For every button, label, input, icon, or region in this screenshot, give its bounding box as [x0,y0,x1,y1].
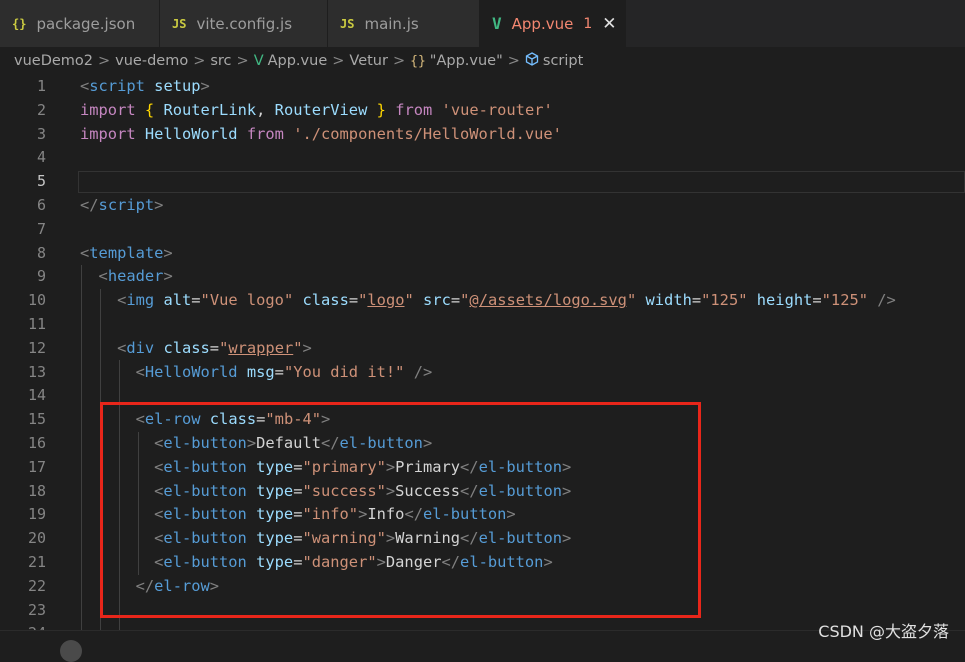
line-number: 19 [27,505,46,524]
vue-file-icon: V [492,14,502,33]
breadcrumb-item-app-vue[interactable]: App.vue [268,53,328,69]
code-line[interactable]: 13 <HelloWorld msg="You did it!" /> [0,361,965,385]
current-line-highlight [78,171,965,194]
code-line[interactable]: 1 <script setup> [0,75,965,99]
breadcrumb-item-vetur[interactable]: Vetur [349,53,388,69]
tab-label: vite.config.js [196,14,293,33]
close-tab-icon[interactable]: ✕ [602,14,616,34]
code-text[interactable]: import { RouterLink, RouterView } from '… [80,99,553,123]
breadcrumb-item-vue-demo[interactable]: vue-demo [115,53,188,69]
breadcrumb-item-src[interactable]: src [210,53,231,69]
annotation-highlight-box [100,402,701,618]
chevron-right-icon: > [98,53,111,69]
line-number: 3 [36,124,46,143]
cube-symbol-icon [525,52,539,70]
line-number: 15 [27,410,46,429]
code-line[interactable]: 4 [0,146,965,170]
line-number: 21 [27,553,46,571]
vue-file-icon: V [253,53,264,69]
chevron-right-icon: > [193,53,206,69]
code-line[interactable]: 12 <div class="wrapper"> [0,337,965,361]
code-text[interactable]: <div class="wrapper"> [80,337,312,361]
tab-label: App.vue [511,14,574,33]
tab-label: package.json [36,14,136,33]
module-braces-icon: {} [410,53,426,69]
breadcrumb: vueDemo2 > vue-demo > src > V App.vue > … [0,47,965,75]
line-number: 2 [36,100,46,119]
code-text[interactable]: <template> [80,242,173,266]
line-number: 9 [36,267,46,286]
line-number: 10 [27,291,46,310]
chevron-right-icon: > [392,53,406,69]
line-number: 22 [27,576,46,595]
tab-app-vue[interactable]: V App.vue 1 ✕ [480,0,626,47]
tab-vite-config-js[interactable]: JS vite.config.js [160,0,328,47]
line-number: 14 [27,386,46,405]
code-text[interactable]: <HelloWorld msg="You did it!" /> [80,361,433,385]
line-number: 8 [36,243,46,262]
javascript-file-icon: JS [340,16,355,31]
scrollbar-thumb[interactable] [60,640,82,662]
line-number: 6 [36,196,46,214]
chevron-right-icon: > [236,53,249,69]
breadcrumb-item-app-vue-module[interactable]: "App.vue" [430,53,503,69]
code-text[interactable]: <img alt="Vue logo" class="logo" src="@/… [80,289,896,313]
code-line[interactable]: 10 <img alt="Vue logo" class="logo" src=… [0,289,965,313]
line-number: 20 [27,529,46,548]
line-number: 12 [27,338,46,357]
code-line[interactable]: 3 import HelloWorld from './components/He… [0,123,965,147]
breadcrumb-item-script[interactable]: script [543,53,583,69]
line-number: 5 [36,172,46,191]
tab-main-js[interactable]: JS main.js [328,0,480,47]
code-text[interactable]: </script> [80,194,163,218]
line-number: 16 [27,434,46,452]
watermark: CSDN @大盗夕落 [818,622,949,641]
json-file-icon: {} [12,16,27,31]
breadcrumb-item-vuedemo2[interactable]: vueDemo2 [14,53,93,69]
line-number: 18 [27,481,46,500]
line-number: 23 [27,600,46,619]
code-line[interactable]: 6 </script> [0,194,965,218]
line-number: 1 [36,77,46,95]
line-number: 11 [27,315,46,333]
line-number: 17 [27,457,46,476]
tab-label: main.js [364,14,419,33]
code-line[interactable]: 9 <header> [0,265,965,289]
code-text[interactable]: import HelloWorld from './components/Hel… [80,123,562,147]
chevron-right-icon: > [332,53,345,69]
chevron-right-icon: > [507,53,520,69]
code-line[interactable]: 7 [0,218,965,242]
code-line[interactable]: 5 [0,170,965,194]
code-text[interactable]: <script setup> [80,75,210,99]
line-number: 7 [36,219,46,238]
code-line[interactable]: 8 <template> [0,242,965,266]
tab-package-json[interactable]: {} package.json [0,0,160,47]
problems-count-badge: 1 [583,15,593,32]
code-line[interactable]: 2 import { RouterLink, RouterView } from … [0,99,965,123]
code-text[interactable]: <header> [80,265,173,289]
javascript-file-icon: JS [172,16,187,31]
line-number: 13 [27,362,46,381]
editor-tab-bar: {} package.json JS vite.config.js JS mai… [0,0,965,47]
line-number: 4 [36,148,46,167]
code-line[interactable]: 11 [0,313,965,337]
